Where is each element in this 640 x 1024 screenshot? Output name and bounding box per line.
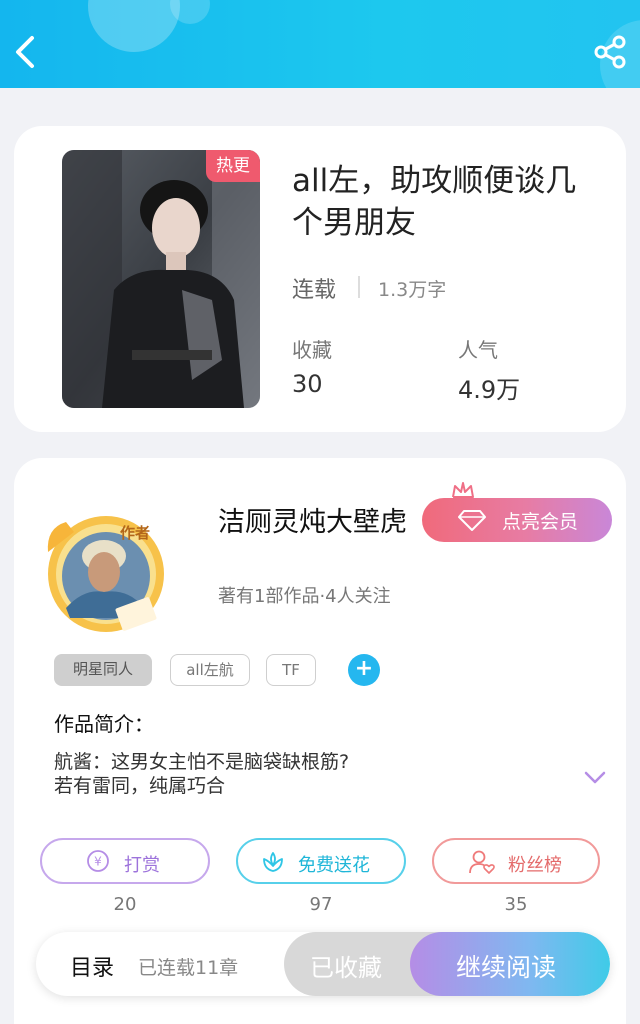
author-stats: 著有1部作品·4人关注 bbox=[218, 586, 391, 607]
flower-icon bbox=[263, 852, 283, 872]
continue-reading-label: 继续阅读 bbox=[456, 953, 557, 982]
add-tag-button[interactable]: + bbox=[348, 654, 380, 686]
intro-text: 航酱：这男女主怕不是脑袋缺根筋? 若有雷同，纯属巧合 bbox=[54, 750, 554, 798]
tag-item[interactable]: TF bbox=[266, 654, 316, 686]
cover-illustration bbox=[62, 150, 260, 408]
book-cover-image[interactable] bbox=[62, 150, 260, 408]
hot-update-badge: 热更 bbox=[206, 150, 260, 182]
chapter-count: 已连载11章 bbox=[138, 957, 239, 979]
author-badge: 作者 bbox=[120, 524, 151, 542]
serial-status: 连载 bbox=[292, 278, 337, 303]
chevron-down-icon bbox=[584, 771, 606, 784]
send-flower-label: 免费送花 bbox=[298, 855, 370, 876]
top-header bbox=[0, 0, 640, 88]
tag-item[interactable]: 明星同人 bbox=[54, 654, 152, 686]
word-count: 1.3万字 bbox=[378, 279, 447, 301]
divider bbox=[358, 276, 360, 298]
tip-label: 打赏 bbox=[124, 855, 160, 876]
author-name: 洁厕灵炖大壁虎 bbox=[218, 507, 407, 538]
tip-button[interactable]: ¥ 打赏 bbox=[40, 838, 210, 884]
toc-button[interactable]: 目录 bbox=[70, 950, 114, 982]
expand-button[interactable] bbox=[584, 770, 606, 789]
intro-line: 若有雷同，纯属巧合 bbox=[54, 775, 226, 797]
fan-ranking-button[interactable]: 粉丝榜 bbox=[432, 838, 600, 884]
intro-heading: 作品简介： bbox=[54, 712, 154, 736]
fan-count: 35 bbox=[504, 894, 528, 915]
tip-count: 20 bbox=[113, 894, 137, 915]
tag-item[interactable]: all左航 bbox=[170, 654, 250, 686]
crown-icon bbox=[452, 482, 474, 498]
yen-coin-icon: ¥ bbox=[87, 850, 109, 872]
popularity-label: 人气 bbox=[458, 338, 498, 362]
vip-button[interactable]: 点亮会员 bbox=[422, 498, 612, 542]
flower-count: 97 bbox=[309, 894, 333, 915]
collected-label: 已收藏 bbox=[310, 954, 382, 982]
fan-person-icon bbox=[469, 850, 495, 874]
collect-label: 收藏 bbox=[292, 338, 332, 362]
collect-count: 30 bbox=[292, 370, 323, 398]
share-button[interactable] bbox=[592, 34, 628, 70]
send-flower-button[interactable]: 免费送花 bbox=[236, 838, 406, 884]
vip-button-label: 点亮会员 bbox=[502, 511, 579, 533]
diamond-icon bbox=[458, 510, 486, 531]
author-avatar[interactable]: 作者 bbox=[44, 508, 174, 638]
popularity-count: 4.9万 bbox=[458, 376, 521, 404]
continue-reading-button[interactable]: 继续阅读 bbox=[410, 932, 610, 996]
svg-text:¥: ¥ bbox=[94, 855, 102, 869]
chevron-left-icon bbox=[16, 36, 34, 68]
share-icon bbox=[594, 35, 626, 69]
book-info-card: 热更 all左，助攻顺便谈几个男朋友 连载 1.3万字 收藏 30 人气 4.9… bbox=[14, 126, 626, 432]
intro-line: 航酱：这男女主怕不是脑袋缺根筋? bbox=[54, 751, 350, 773]
avatar-illustration bbox=[47, 516, 164, 632]
book-title: all左，助攻顺便谈几个男朋友 bbox=[292, 163, 577, 241]
back-button[interactable] bbox=[10, 30, 40, 74]
fan-ranking-label: 粉丝榜 bbox=[508, 855, 562, 876]
bottom-action-bar: 目录 已连载11章 已收藏 继续阅读 bbox=[36, 932, 610, 996]
decor-bubble bbox=[88, 0, 180, 52]
